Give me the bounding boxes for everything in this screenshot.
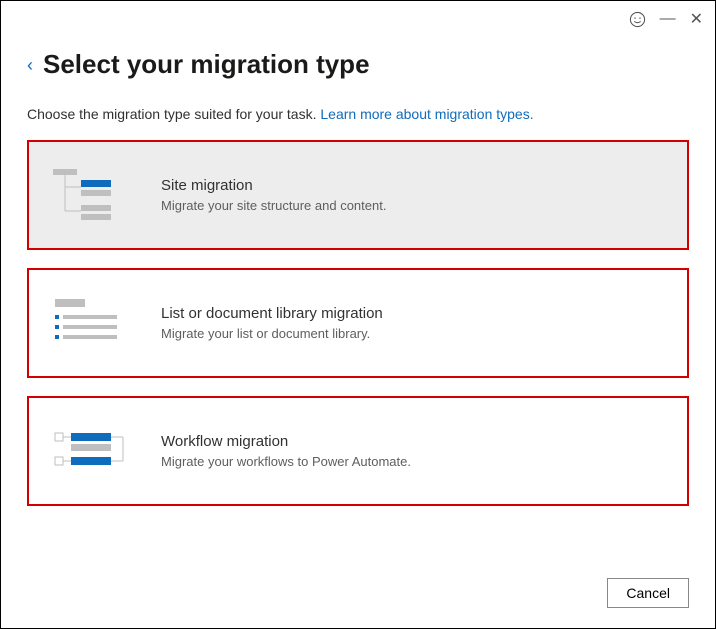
- cancel-button[interactable]: Cancel: [607, 578, 689, 608]
- subtext-prefix: Choose the migration type suited for you…: [27, 106, 320, 122]
- site-migration-icon: [51, 167, 161, 223]
- card-title: Site migration: [161, 177, 665, 194]
- card-text: Site migration Migrate your site structu…: [161, 177, 665, 213]
- card-workflow-migration[interactable]: Workflow migration Migrate your workflow…: [27, 396, 689, 506]
- minimize-button[interactable]: —: [660, 10, 676, 28]
- card-desc: Migrate your site structure and content.: [161, 198, 665, 213]
- card-title: Workflow migration: [161, 433, 665, 450]
- learn-more-link[interactable]: Learn more about migration types.: [320, 106, 533, 122]
- card-title: List or document library migration: [161, 305, 665, 322]
- dialog-window: — ✕ ‹ Select your migration type Choose …: [0, 0, 716, 629]
- page-subtext: Choose the migration type suited for you…: [27, 106, 689, 122]
- card-site-migration[interactable]: Site migration Migrate your site structu…: [27, 140, 689, 250]
- workflow-migration-icon: [51, 423, 161, 479]
- header-row: ‹ Select your migration type: [27, 49, 689, 80]
- page-title: Select your migration type: [43, 49, 370, 80]
- list-migration-icon: [51, 295, 161, 351]
- footer: Cancel: [607, 578, 689, 608]
- card-list-migration[interactable]: List or document library migration Migra…: [27, 268, 689, 378]
- card-text: Workflow migration Migrate your workflow…: [161, 433, 665, 469]
- feedback-icon[interactable]: [629, 11, 646, 28]
- card-desc: Migrate your workflows to Power Automate…: [161, 454, 665, 469]
- card-desc: Migrate your list or document library.: [161, 326, 665, 341]
- card-text: List or document library migration Migra…: [161, 305, 665, 341]
- back-button[interactable]: ‹: [27, 56, 33, 74]
- content: ‹ Select your migration type Choose the …: [1, 1, 715, 506]
- close-button[interactable]: ✕: [690, 9, 703, 29]
- titlebar: — ✕: [629, 9, 703, 29]
